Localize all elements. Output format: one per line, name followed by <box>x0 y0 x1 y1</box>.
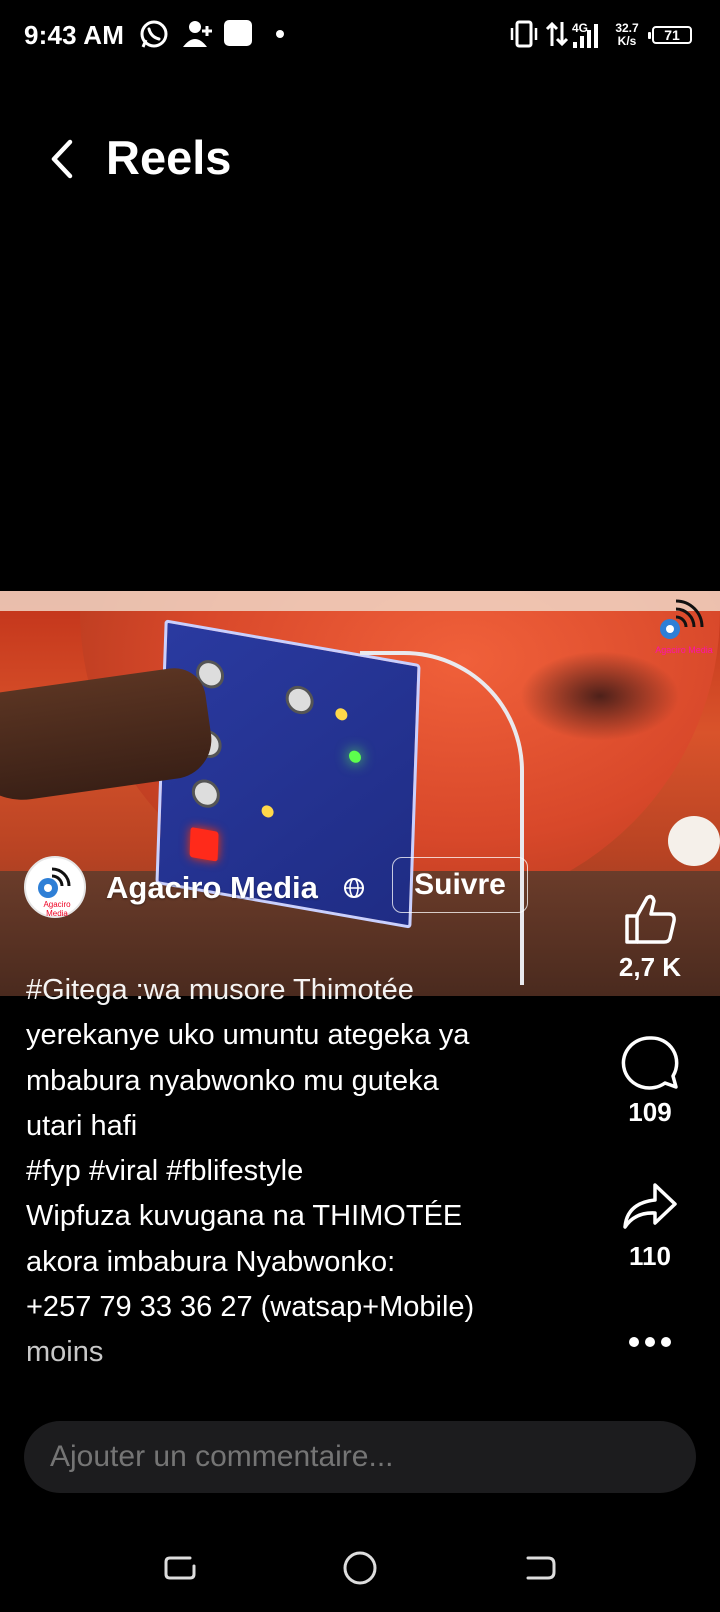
video-cup <box>668 816 720 866</box>
network-speed: 32.7 K/s <box>615 21 639 48</box>
caption-line: #Gitega :wa musore Thimotée <box>26 974 414 1006</box>
panel-led-yellow <box>335 707 348 722</box>
back-icon[interactable] <box>520 1548 560 1588</box>
reel-caption: #Gitega :wa musore Thimotée yerekanye uk… <box>26 968 586 1376</box>
globe-icon <box>344 878 364 898</box>
video-wire <box>360 651 524 985</box>
agaciro-logo-icon <box>660 599 704 639</box>
reels-header: Reels <box>0 120 720 200</box>
panel-switch-red <box>189 826 219 862</box>
channel-name[interactable]: Agaciro Media <box>106 870 318 906</box>
share-icon[interactable] <box>619 1177 681 1239</box>
comment-action[interactable]: 109 <box>600 1033 700 1128</box>
caption-hashtags[interactable]: #fyp #viral #fblifestyle <box>26 1149 586 1194</box>
follow-button[interactable]: Suivre <box>392 857 528 913</box>
video-watermark: Agaciro Media <box>654 599 714 659</box>
thumbs-up-icon[interactable] <box>619 888 681 950</box>
video-rim <box>0 591 720 611</box>
square-notification-icon <box>224 20 252 46</box>
status-time: 9:43 AM <box>24 20 125 50</box>
more-options[interactable] <box>600 1335 700 1349</box>
caption-line: utari hafi <box>26 1109 138 1142</box>
comment-icon[interactable] <box>619 1033 681 1095</box>
panel-knob <box>191 777 221 810</box>
share-action[interactable]: 110 <box>600 1177 700 1272</box>
like-count: 2,7 K <box>618 952 682 982</box>
whatsapp-icon <box>140 20 168 48</box>
like-action[interactable]: 2,7 K <box>600 888 700 983</box>
comment-input[interactable] <box>24 1421 696 1493</box>
avatar[interactable]: Agaciro Media <box>24 856 86 918</box>
dot-icon <box>276 30 284 38</box>
caption-line: yerekanye uko umuntu ategeka ya <box>26 1019 470 1052</box>
video-smudge <box>520 651 680 741</box>
add-contact-icon <box>183 21 212 47</box>
comment-count: 109 <box>628 1097 672 1127</box>
recents-icon[interactable] <box>160 1548 200 1588</box>
page-title: Reels <box>106 131 232 184</box>
caption-line: mbabura nyabwonko mu guteka <box>26 1064 439 1097</box>
chevron-left-icon[interactable] <box>42 134 82 184</box>
status-bar: 9:43 AM 4G 32.7 K/s 71 <box>0 0 720 72</box>
panel-led-yellow <box>261 804 274 819</box>
share-count: 110 <box>629 1241 671 1271</box>
more-horizontal-icon[interactable] <box>625 1335 675 1349</box>
caption-line: akora imbabura Nyabwonko: <box>26 1245 396 1278</box>
caption-phone[interactable]: +257 79 33 36 27 (watsap+Mobile) <box>26 1285 586 1330</box>
system-nav-bar <box>0 1530 720 1612</box>
panel-knob <box>285 683 315 717</box>
see-less-link[interactable]: moins <box>26 1330 586 1375</box>
vibrate-icon <box>510 20 538 48</box>
caption-line: Wipfuza kuvugana na THIMOTÉE <box>26 1200 463 1233</box>
home-icon[interactable] <box>340 1548 380 1588</box>
signal-icon <box>573 24 598 48</box>
battery-indicator: 71 <box>648 26 692 44</box>
